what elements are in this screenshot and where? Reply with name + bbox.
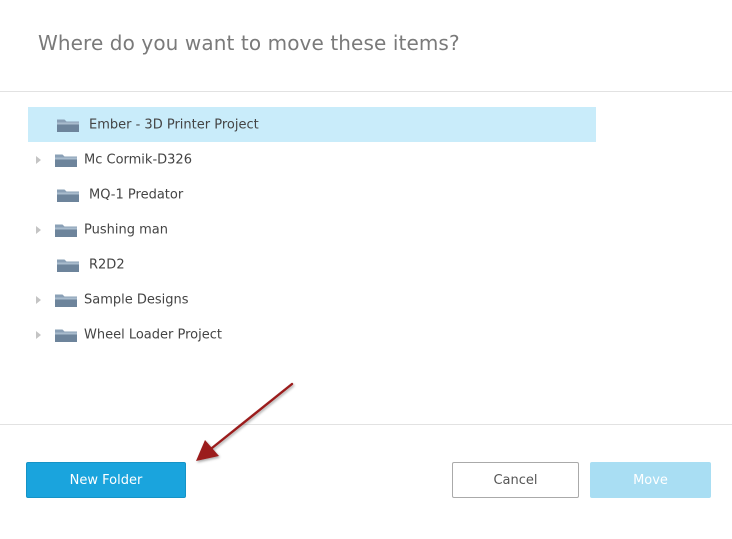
folder-tree-item[interactable]: Ember - 3D Printer Project (28, 107, 596, 142)
folder-icon (54, 292, 78, 308)
move-items-dialog: Where do you want to move these items? E… (0, 0, 732, 539)
folder-tree-item[interactable]: R2D2 (28, 247, 596, 282)
new-folder-button[interactable]: New Folder (26, 462, 186, 498)
folder-tree-item[interactable]: Pushing man (28, 212, 596, 247)
folder-label: Sample Designs (84, 292, 189, 307)
cancel-button[interactable]: Cancel (452, 462, 579, 498)
folder-label: R2D2 (89, 257, 125, 272)
move-button[interactable]: Move (590, 462, 711, 498)
folder-label: Pushing man (84, 222, 168, 237)
folder-label: Ember - 3D Printer Project (89, 117, 259, 132)
folder-icon (54, 222, 78, 238)
folder-icon (56, 257, 80, 273)
folder-icon (56, 187, 80, 203)
folder-icon (54, 152, 78, 168)
chevron-right-icon[interactable] (36, 295, 41, 304)
folder-icon (54, 327, 78, 343)
chevron-right-icon[interactable] (36, 155, 41, 164)
folder-icon (56, 117, 80, 133)
folder-tree: Ember - 3D Printer Project Mc Cormik-D326… (28, 107, 596, 352)
chevron-right-icon[interactable] (36, 330, 41, 339)
chevron-right-icon[interactable] (36, 225, 41, 234)
dialog-title: Where do you want to move these items? (38, 31, 460, 55)
folder-label: Wheel Loader Project (84, 327, 222, 342)
header-divider (0, 91, 732, 92)
footer-divider (0, 424, 732, 425)
folder-label: Mc Cormik-D326 (84, 152, 192, 167)
folder-tree-item[interactable]: MQ-1 Predator (28, 177, 596, 212)
folder-tree-item[interactable]: Sample Designs (28, 282, 596, 317)
folder-tree-item[interactable]: Wheel Loader Project (28, 317, 596, 352)
folder-tree-item[interactable]: Mc Cormik-D326 (28, 142, 596, 177)
folder-label: MQ-1 Predator (89, 187, 184, 202)
